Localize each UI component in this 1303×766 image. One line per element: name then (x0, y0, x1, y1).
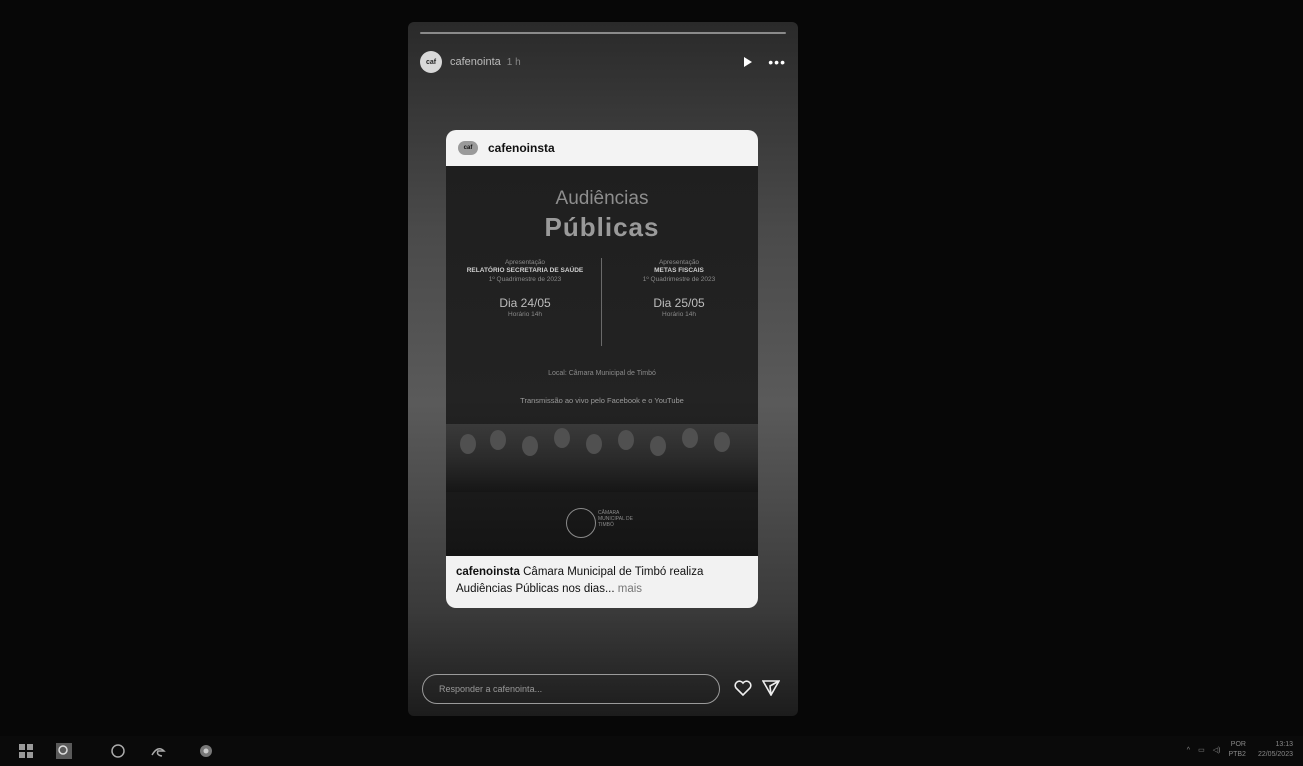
reply-placeholder: Responder a cafenointa... (439, 684, 543, 694)
heart-icon[interactable] (734, 680, 752, 696)
avatar-initials: caf (425, 58, 437, 66)
poster-image: Audiências Públicas Apresentação RELATÓR… (446, 166, 758, 556)
camara-logo (566, 508, 596, 538)
start-icon[interactable] (18, 743, 34, 759)
clock[interactable]: 13:13 22/05/2023 (1258, 740, 1293, 760)
taskbar: ^ ▭ ◁) POR PTB2 13:13 22/05/2023 (0, 736, 1303, 766)
story-username[interactable]: cafenointa (450, 56, 501, 68)
poster-location: Local: Câmara Municipal de Timbó (548, 370, 656, 377)
poster-audience-photo (446, 424, 758, 492)
post-username[interactable]: cafenoinsta (488, 141, 555, 155)
caption-username[interactable]: cafenoinsta (456, 566, 520, 578)
story-avatar[interactable]: caf (420, 51, 442, 73)
poster-event-right: Apresentação METAS FISCAIS 1º Quadrimest… (642, 259, 716, 318)
caption-more-link[interactable]: mais (615, 583, 642, 595)
network-icon[interactable]: ▭ (1198, 746, 1205, 754)
post-avatar: caf (458, 141, 478, 155)
story-header: caf cafenointa 1 h ••• (420, 48, 786, 76)
play-icon[interactable] (744, 57, 753, 67)
system-tray: ^ ▭ ◁) POR PTB2 13:13 22/05/2023 (1179, 740, 1293, 760)
volume-icon[interactable]: ◁) (1213, 746, 1221, 754)
camara-logo-text: CÂMARA MUNICIPAL DE TIMBÓ (598, 510, 634, 528)
keyboard-layout[interactable]: POR PTB2 (1228, 740, 1246, 760)
search-icon[interactable] (56, 743, 72, 759)
story-viewer: caf cafenointa 1 h ••• caf cafenoinsta A… (408, 22, 798, 716)
chevron-up-icon[interactable]: ^ (1187, 747, 1190, 754)
more-icon[interactable]: ••• (768, 55, 786, 69)
reply-input[interactable]: Responder a cafenointa... (422, 674, 720, 704)
send-icon[interactable] (762, 680, 780, 696)
post-header: caf cafenoinsta (446, 130, 758, 166)
task-view-icon[interactable] (110, 743, 126, 759)
post-caption[interactable]: cafenoinsta Câmara Municipal de Timbó re… (446, 556, 758, 608)
poster-transmission: Transmissão ao vivo pelo Facebook e o Yo… (520, 396, 684, 405)
edge-icon[interactable] (150, 743, 166, 759)
chrome-icon[interactable] (198, 743, 214, 759)
story-progress-bar (420, 32, 786, 34)
poster-title-line1: Audiências (555, 188, 649, 209)
poster-divider (601, 258, 602, 346)
poster-event-left: Apresentação RELATÓRIO SECRETARIA DE SAÚ… (466, 259, 584, 318)
poster-title-line2: Públicas (544, 212, 660, 242)
story-time: 1 h (506, 56, 521, 68)
shared-post[interactable]: caf cafenoinsta Audiências Públicas Apre… (446, 130, 758, 608)
